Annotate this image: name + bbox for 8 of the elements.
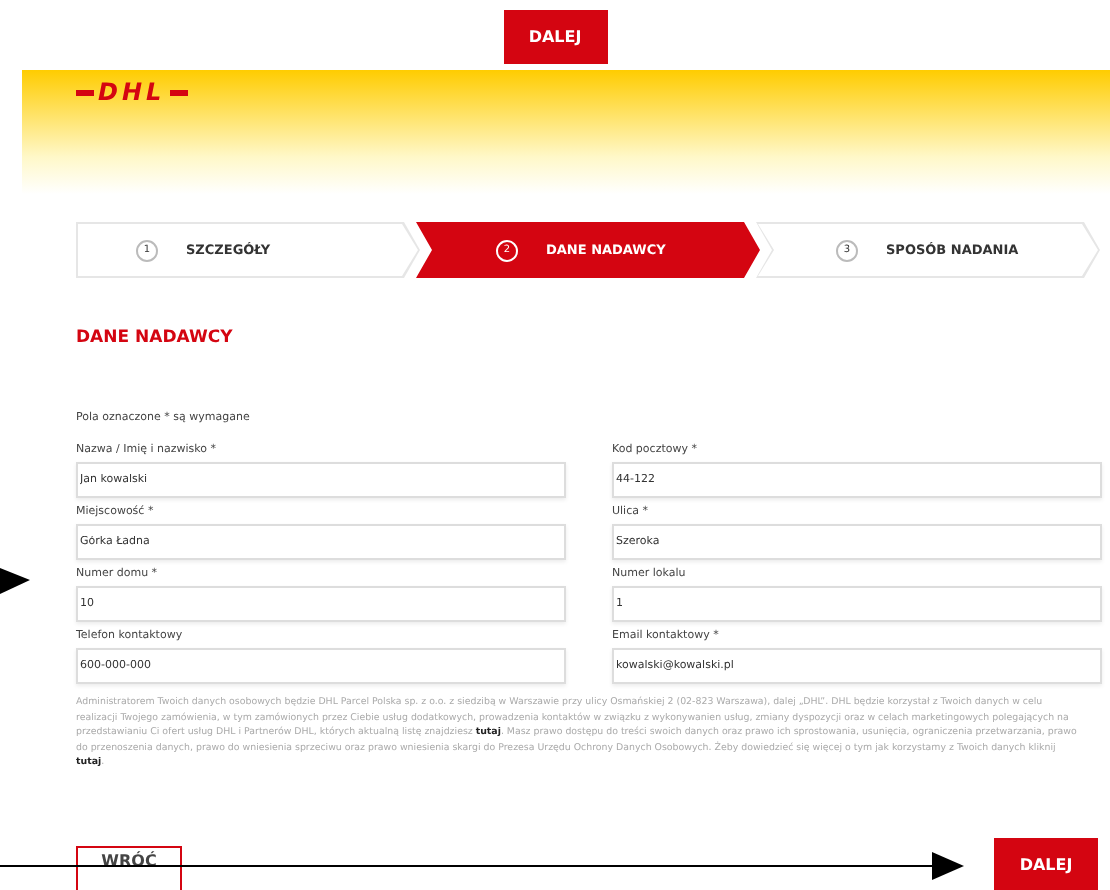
- next-button[interactable]: DALEJ: [503, 10, 607, 64]
- logo-stripe-icon: [76, 90, 94, 96]
- next-button[interactable]: DALEJ: [994, 838, 1098, 890]
- logo-stripe-icon: [169, 90, 188, 96]
- arrow-icon: [0, 568, 30, 594]
- section-heading: DANE NADAWCY: [76, 328, 235, 348]
- logo: DHL: [98, 80, 166, 106]
- arrow-icon: [0, 852, 964, 880]
